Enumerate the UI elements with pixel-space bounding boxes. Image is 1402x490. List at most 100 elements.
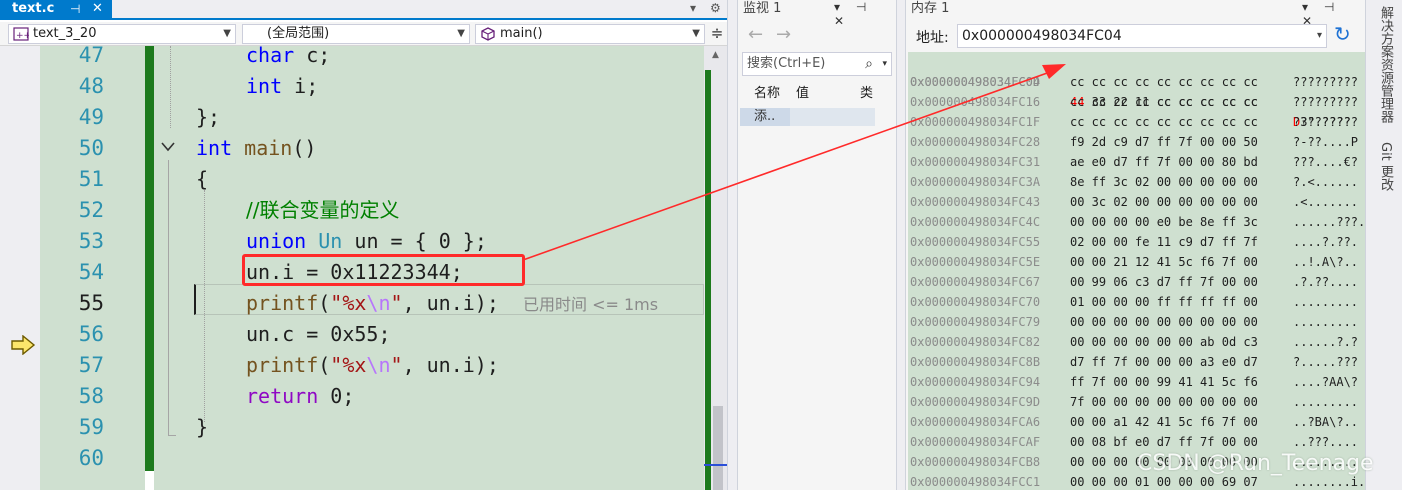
- memory-row: 0x000000498034FC79 00 00 00 00 00 00 00 0…: [908, 312, 1366, 332]
- memory-ascii: ..???....: [1293, 435, 1359, 449]
- memory-row: 0x000000498034FCA6 00 00 a1 42 41 5c f6 7…: [908, 412, 1366, 432]
- memory-bytes: cc cc cc cc cc cc cc cc cc: [1070, 75, 1258, 89]
- memory-bytes: cc cc cc cc cc cc cc cc cc: [1070, 115, 1258, 129]
- watch-title[interactable]: 监视 1: [738, 0, 781, 20]
- code-line-52: //联合变量的定义: [246, 195, 399, 226]
- change-tracking-bar: [145, 46, 154, 471]
- memory-bytes: cc cc cc cc cc cc cc cc cc: [1070, 95, 1258, 109]
- keyword: char: [246, 43, 295, 67]
- memory-dump-view[interactable]: 0x000000498034FC04 44 33 22 11 cc cc cc …: [908, 52, 1366, 490]
- watch-search-input[interactable]: 搜索(Ctrl+E) ⌕ ▾: [742, 52, 892, 76]
- memory-row: 0x000000498034FC4C 00 00 00 00 e0 be 8e f…: [908, 212, 1366, 232]
- line-number: 58: [78, 384, 104, 408]
- memory-address: 0x000000498034FC79: [910, 315, 1041, 329]
- chevron-down-icon[interactable]: ▾: [1317, 25, 1322, 47]
- memory-title[interactable]: 内存 1: [906, 0, 949, 20]
- memory-ascii: ?????????: [1293, 115, 1359, 129]
- memory-row: 0x000000498034FC16 cc cc cc cc cc cc cc c…: [908, 92, 1366, 112]
- svg-text:++: ++: [16, 31, 29, 41]
- code-text: (): [292, 136, 317, 160]
- column-name-header[interactable]: 名称: [754, 82, 780, 106]
- memory-address: 0x000000498034FC4C: [910, 215, 1041, 229]
- chevron-down-icon: ▼: [223, 28, 231, 39]
- tab-text-c[interactable]: text.c ⊣ ✕: [0, 0, 112, 20]
- memory-ascii: .........: [1293, 395, 1359, 409]
- add-watch-row[interactable]: 添..: [740, 108, 875, 126]
- line-number: 48: [78, 74, 104, 98]
- memory-address: 0x000000498034FCAF: [910, 435, 1041, 449]
- pin-icon[interactable]: ⊣: [70, 0, 80, 18]
- watch-pane: 监视 1 ▾ ⊣ ✕ ← → 搜索(Ctrl+E) ⌕ ▾ 名称 值 类 添..: [737, 0, 897, 490]
- memory-ascii: ......???.<: [1293, 215, 1366, 229]
- memory-row: 0x000000498034FC28 f9 2d c9 d7 ff 7f 00 0…: [908, 132, 1366, 152]
- memory-address: 0x000000498034FC3A: [910, 175, 1041, 189]
- function-dropdown[interactable]: main() ▼: [475, 24, 705, 44]
- memory-bytes: 00 3c 02 00 00 00 00 00 00: [1070, 195, 1258, 209]
- solution-explorer-tab[interactable]: 解决方案资源管理器: [1376, 6, 1395, 123]
- address-input[interactable]: 0x000000498034FC04 ▾: [957, 24, 1327, 48]
- line-number: 53: [78, 229, 104, 253]
- close-icon[interactable]: ✕: [92, 0, 103, 18]
- escape-sequence: \n: [366, 291, 391, 315]
- memory-address: 0x000000498034FC55: [910, 235, 1041, 249]
- code-line-50: int main(): [196, 133, 316, 164]
- memory-bytes: 00 00 00 00 e0 be 8e ff 3c: [1070, 215, 1258, 229]
- line-number: 56: [78, 322, 104, 346]
- chevron-down-icon[interactable]: ▾: [882, 53, 887, 75]
- comment: //联合变量的定义: [246, 198, 400, 222]
- address-value: 0x000000498034FC04: [962, 28, 1122, 44]
- memory-bytes: 00 99 06 c3 d7 ff 7f 00 00: [1070, 275, 1258, 289]
- code-line-58: return 0;: [246, 381, 354, 412]
- memory-address: 0x000000498034FC43: [910, 195, 1041, 209]
- breakpoint-gutter[interactable]: [0, 46, 40, 490]
- code-text: , un.i);: [402, 353, 499, 377]
- code-text: (: [318, 353, 331, 377]
- search-icon[interactable]: ⌕: [865, 53, 873, 75]
- function-name: printf: [246, 353, 319, 377]
- keyword: int: [246, 74, 283, 98]
- scrollbar-change-marker: [705, 70, 711, 490]
- memory-bytes: 8e ff 3c 02 00 00 00 00 00: [1070, 175, 1258, 189]
- refresh-icon[interactable]: ↻: [1334, 22, 1356, 46]
- git-changes-tab[interactable]: Git 更改: [1376, 142, 1395, 191]
- line-number-current: 55: [78, 291, 104, 315]
- memory-ascii: ..!.A\?..: [1293, 255, 1359, 269]
- code-text: i;: [282, 74, 319, 98]
- memory-bytes: 01 00 00 00 ff ff ff ff 00: [1070, 295, 1258, 309]
- escape-sequence: \n: [366, 353, 391, 377]
- memory-row: 0x000000498034FC5E 00 00 21 12 41 5c f6 7…: [908, 252, 1366, 272]
- code-editor-pane: text.c ⊣ ✕ ▾ ⚙ ++ text_3_20 ▼ (全局范围) ▼ m…: [0, 0, 728, 490]
- code-text: };: [196, 105, 221, 129]
- memory-bytes: 00 08 bf e0 d7 ff 7f 00 00: [1070, 435, 1258, 449]
- tab-list-dropdown-icon[interactable]: ▾: [690, 1, 696, 15]
- forward-arrow-icon[interactable]: →: [776, 24, 791, 45]
- navigation-bar: ++ text_3_20 ▼ (全局范围) ▼ main() ▼ ≑: [0, 22, 727, 46]
- scrollbar-thumb[interactable]: [713, 406, 723, 490]
- back-arrow-icon[interactable]: ←: [748, 24, 763, 45]
- scroll-up-icon[interactable]: ▲: [712, 50, 719, 60]
- code-text: .c = 0x55;: [270, 322, 391, 346]
- memory-ascii: .<.......: [1293, 195, 1359, 209]
- column-type-header[interactable]: 类: [860, 82, 873, 106]
- memory-bytes: d7 ff 7f 00 00 00 a3 e0 d7: [1070, 355, 1258, 369]
- code-line-56: un.c = 0x55;: [246, 319, 391, 350]
- memory-row: 0x000000498034FC55 02 00 00 fe 11 c9 d7 f…: [908, 232, 1366, 252]
- vertical-scrollbar[interactable]: ▲: [704, 46, 727, 490]
- outline-bracket: [168, 160, 176, 436]
- add-watch-label: 添..: [754, 109, 776, 124]
- line-number: 57: [78, 353, 104, 377]
- line-number: 50: [78, 136, 104, 160]
- memory-ascii: ?.<......: [1293, 175, 1359, 189]
- code-line-48: int i;: [246, 71, 318, 102]
- memory-address: 0x000000498034FC5E: [910, 255, 1041, 269]
- memory-bytes: ae e0 d7 ff 7f 00 00 80 bd: [1070, 155, 1258, 169]
- code-line-53: union Un un = { 0 };: [246, 226, 487, 257]
- collapse-chevron-icon[interactable]: [160, 140, 176, 154]
- memory-address: 0x000000498034FC82: [910, 335, 1041, 349]
- column-value-header[interactable]: 值: [796, 82, 809, 106]
- string-literal: "%x: [330, 353, 367, 377]
- split-editor-icon[interactable]: ≑: [708, 24, 726, 44]
- string-literal: "%x: [330, 291, 367, 315]
- memory-address: 0x000000498034FC70: [910, 295, 1041, 309]
- gear-icon[interactable]: ⚙: [710, 1, 721, 15]
